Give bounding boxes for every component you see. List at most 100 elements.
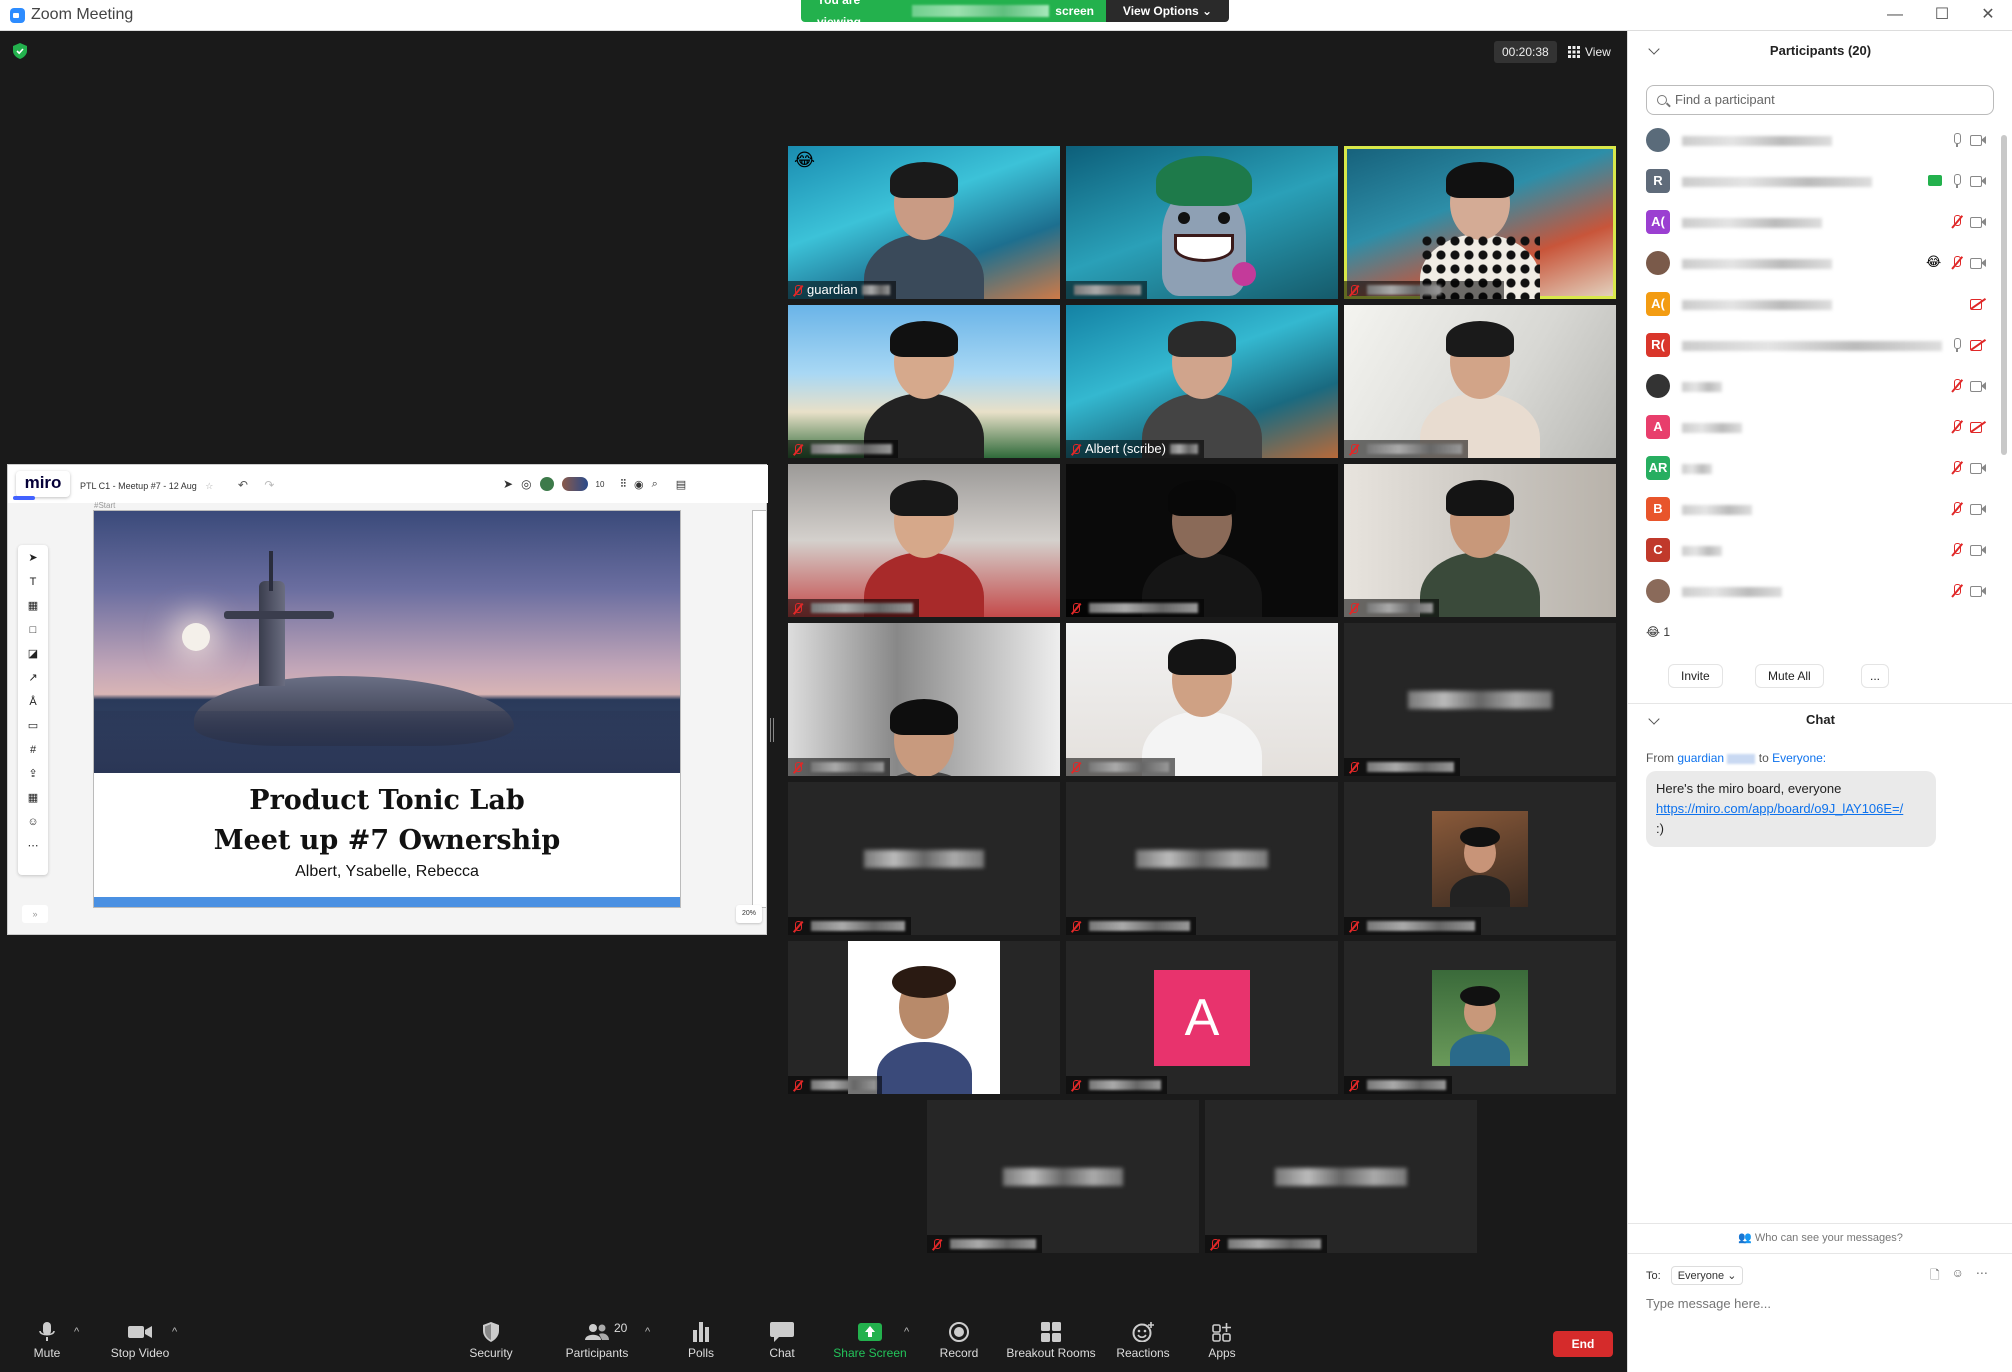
view-options-button[interactable]: View Options ⌄ xyxy=(1106,0,1229,22)
video-tile[interactable]: A xyxy=(1066,941,1338,1094)
muted-microphone-icon[interactable] xyxy=(1950,461,1964,475)
video-tile[interactable] xyxy=(1344,782,1616,935)
video-tile[interactable]: 😂 guardian xyxy=(788,146,1060,299)
video-options-chevron-icon[interactable]: ^ xyxy=(172,1326,177,1338)
encryption-shield-icon[interactable] xyxy=(13,43,27,59)
video-tile[interactable] xyxy=(1205,1100,1477,1253)
video-off-icon[interactable] xyxy=(1970,339,1986,351)
more-tools-icon[interactable]: ⋯ xyxy=(26,839,40,853)
participant-list-scrollbar[interactable] xyxy=(2001,123,2007,483)
upload-tool-icon[interactable]: ⇪ xyxy=(26,767,40,781)
video-tile[interactable] xyxy=(788,623,1060,776)
microphone-icon[interactable] xyxy=(1950,174,1964,188)
chat-message-input[interactable] xyxy=(1646,1291,1986,1317)
video-camera-icon[interactable] xyxy=(1970,175,1986,187)
comments-icon[interactable]: ◉ xyxy=(634,478,644,491)
emoji-picker-icon[interactable]: ☺ xyxy=(1952,1266,1964,1287)
video-tile[interactable] xyxy=(1344,464,1616,617)
cursor-icon[interactable]: ➤ xyxy=(503,477,513,491)
shared-screen[interactable]: miro PTL C1 - Meetup #7 - 12 Aug ☆ ↶ ↷ ➤… xyxy=(7,464,768,935)
file-attach-icon[interactable]: 🗋 xyxy=(1930,1266,1940,1287)
end-meeting-button[interactable]: End xyxy=(1553,1331,1613,1357)
template-tool-icon[interactable]: ▦ xyxy=(26,599,40,613)
miro-board-title[interactable]: PTL C1 - Meetup #7 - 12 Aug ☆ ↶ ↷ xyxy=(80,478,274,492)
video-camera-icon[interactable] xyxy=(1970,216,1986,228)
video-camera-icon[interactable] xyxy=(1970,462,1986,474)
participant-row[interactable]: A( xyxy=(1646,287,1991,321)
more-options-button[interactable]: ... xyxy=(1861,664,1890,688)
muted-microphone-icon[interactable] xyxy=(1950,543,1964,557)
collaborator-avatar[interactable] xyxy=(539,477,554,491)
mute-all-button[interactable]: Mute All xyxy=(1755,664,1824,688)
microphone-icon[interactable] xyxy=(1950,133,1964,147)
next-frame-edge[interactable] xyxy=(752,510,766,908)
microphone-icon[interactable] xyxy=(1950,338,1964,352)
more-chat-options-icon[interactable]: ⋯ xyxy=(1976,1266,1988,1287)
stop-video-button[interactable]: Stop Video xyxy=(85,1322,195,1360)
muted-microphone-icon[interactable] xyxy=(1950,215,1964,229)
sender-name[interactable]: guardian xyxy=(1677,751,1724,765)
scrollbar-thumb[interactable] xyxy=(2001,135,2007,455)
muted-microphone-icon[interactable] xyxy=(1950,584,1964,598)
video-camera-icon[interactable] xyxy=(1970,503,1986,515)
video-tile[interactable] xyxy=(1066,623,1338,776)
star-icon[interactable]: ☆ xyxy=(205,481,213,491)
video-tile[interactable] xyxy=(1344,146,1616,299)
video-tile[interactable] xyxy=(788,941,1060,1094)
find-participant-input[interactable]: Find a participant xyxy=(1646,85,1994,115)
video-camera-icon[interactable] xyxy=(1970,257,1986,269)
table-tool-icon[interactable]: ▦ xyxy=(26,791,40,805)
collaborator-avatars[interactable] xyxy=(561,477,588,491)
video-off-icon[interactable] xyxy=(1970,298,1986,310)
minimize-button[interactable]: — xyxy=(1880,4,1910,26)
video-tile[interactable] xyxy=(1344,941,1616,1094)
splitter-handle[interactable] xyxy=(770,718,774,742)
participant-row[interactable]: R( xyxy=(1646,328,1991,362)
maximize-button[interactable]: ☐ xyxy=(1927,4,1957,26)
audio-options-chevron-icon[interactable]: ^ xyxy=(74,1326,79,1338)
participant-row[interactable]: A xyxy=(1646,410,1991,444)
video-tile[interactable] xyxy=(1066,782,1338,935)
video-camera-icon[interactable] xyxy=(1970,134,1986,146)
select-tool-icon[interactable]: ➤ xyxy=(26,551,40,565)
undo-icon[interactable]: ↶ xyxy=(238,478,248,492)
participant-row[interactable]: R xyxy=(1646,164,1991,198)
video-camera-icon[interactable] xyxy=(1970,544,1986,556)
settings-sliders-icon[interactable]: ⫶⫶ xyxy=(620,478,626,491)
participant-row[interactable]: B xyxy=(1646,492,1991,526)
pen-tool-icon[interactable]: Å xyxy=(26,695,40,709)
participant-row[interactable] xyxy=(1646,123,1991,157)
video-tile[interactable] xyxy=(788,464,1060,617)
participant-row[interactable]: A( xyxy=(1646,205,1991,239)
miro-logo[interactable]: miro xyxy=(13,471,70,500)
who-can-see-messages-link[interactable]: 👥 Who can see your messages? xyxy=(1628,1231,2012,1244)
view-layout-button[interactable]: View xyxy=(1568,41,1611,63)
participant-row[interactable]: 😂 xyxy=(1646,246,1991,280)
muted-microphone-icon[interactable] xyxy=(1950,420,1964,434)
invite-button[interactable]: Invite xyxy=(1668,664,1723,688)
recipient-name[interactable]: Everyone: xyxy=(1772,751,1826,765)
comment-tool-icon[interactable]: ▭ xyxy=(26,719,40,733)
redo-icon[interactable]: ↷ xyxy=(264,478,274,492)
video-tile[interactable] xyxy=(927,1100,1199,1253)
video-tile[interactable] xyxy=(788,782,1060,935)
presentation-slide[interactable]: Product Tonic Lab Meet up #7 Ownership A… xyxy=(93,510,681,908)
video-tile[interactable] xyxy=(1344,305,1616,458)
participants-button[interactable]: Participants xyxy=(542,1322,652,1360)
video-camera-icon[interactable] xyxy=(1970,585,1986,597)
shape-tool-icon[interactable]: □ xyxy=(26,623,40,637)
frame-tool-icon[interactable]: # xyxy=(26,743,40,757)
emoji-tool-icon[interactable]: ☺ xyxy=(26,815,40,829)
video-tile[interactable] xyxy=(1066,146,1338,299)
search-icon[interactable]: ⌕ xyxy=(652,478,658,491)
recipient-dropdown[interactable]: Everyone ⌄ xyxy=(1670,1266,1744,1285)
muted-microphone-icon[interactable] xyxy=(1950,379,1964,393)
security-button[interactable]: Security xyxy=(436,1322,546,1360)
miro-board-link[interactable]: https://miro.com/app/board/o9J_lAY106E=/ xyxy=(1656,799,1926,819)
video-off-icon[interactable] xyxy=(1970,421,1986,433)
video-tile[interactable] xyxy=(1066,464,1338,617)
expand-sidebar-button[interactable]: » xyxy=(22,905,48,923)
video-tile[interactable] xyxy=(788,305,1060,458)
board-menu-icon[interactable]: ▤ xyxy=(676,478,686,491)
muted-microphone-icon[interactable] xyxy=(1950,256,1964,270)
